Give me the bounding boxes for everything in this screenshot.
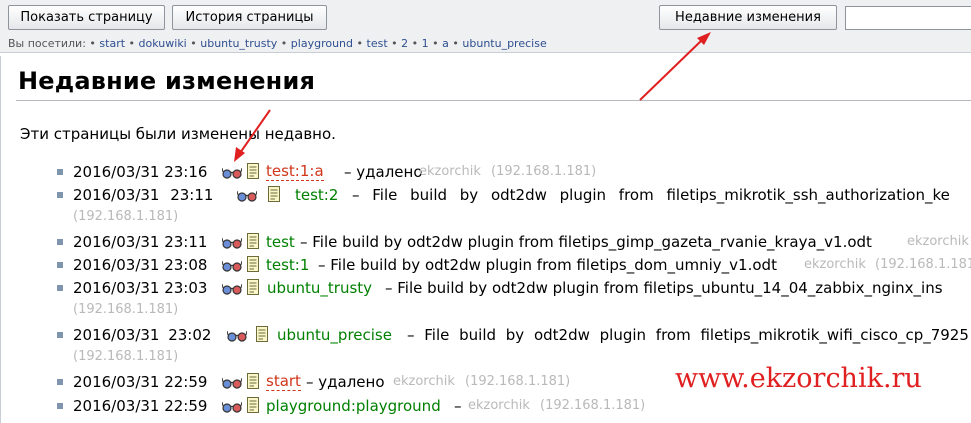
glasses-icon[interactable] [226, 328, 248, 342]
glasses-icon[interactable] [221, 399, 243, 413]
glasses-icon[interactable] [221, 235, 243, 249]
bullet [57, 285, 63, 291]
recent-changes-page: Показать страницу История страницы Недав… [0, 0, 971, 423]
change-date: 2016/03/31 23:11 [73, 233, 208, 251]
change-user[interactable]: ekzorchik [468, 396, 530, 416]
page-link[interactable]: playground:playground [266, 396, 441, 416]
page-icon[interactable] [247, 163, 259, 179]
breadcrumb-item[interactable]: 2 [401, 37, 408, 50]
change-user[interactable]: ekzorchik [907, 232, 969, 252]
change-summary: – [454, 397, 462, 415]
bullet [57, 332, 63, 338]
page-icon[interactable] [268, 186, 280, 202]
breadcrumb-item[interactable]: 1 [422, 37, 429, 50]
change-summary: – File build by odt2dw plugin from filet… [352, 186, 950, 204]
bullet [57, 239, 63, 245]
glasses-icon[interactable] [236, 188, 258, 202]
change-ip: (192.168.1.181) [73, 209, 179, 224]
change-ip: (192.168.1.181) [465, 374, 571, 389]
glasses-icon[interactable] [221, 165, 243, 179]
change-summary: – File build by odt2dw plugin from filet… [300, 233, 872, 251]
content-border [0, 56, 1, 423]
breadcrumb-item[interactable]: test [367, 37, 388, 50]
change-summary: – File build by odt2dw plugin from filet… [318, 256, 777, 274]
search-input[interactable] [845, 6, 971, 30]
bullet [57, 379, 63, 385]
change-date: 2016/03/31 23:16 [73, 163, 208, 181]
page-icon[interactable] [247, 397, 259, 413]
change-ip: (192.168.1.181) [491, 164, 597, 179]
page-icon[interactable] [247, 373, 259, 389]
bullet [57, 192, 63, 198]
change-ip: (192.168.1.181) [73, 302, 179, 317]
change-date: 2016/03/31 23:02 [73, 326, 212, 344]
breadcrumb-item[interactable]: dokuwiki [139, 37, 187, 50]
page-icon[interactable] [256, 326, 268, 342]
intro-text: Эти страницы были изменены недавно. [20, 125, 336, 143]
breadcrumb: Вы посетили: • start • dokuwiki • ubuntu… [0, 36, 971, 53]
change-date: 2016/03/31 23:03 [73, 279, 208, 297]
glasses-icon[interactable] [221, 375, 243, 389]
breadcrumb-prefix: Вы посетили: [8, 37, 86, 50]
bullet [57, 403, 63, 409]
page-link[interactable]: test:1:a [266, 162, 324, 181]
page-link[interactable]: ubuntu_precise [277, 325, 392, 345]
change-user[interactable]: ekzorchik [419, 162, 481, 182]
change-date: 2016/03/31 22:59 [73, 373, 208, 391]
recent-changes-button[interactable]: Недавние изменения [659, 5, 837, 30]
page-link[interactable]: ubuntu_trusty [267, 278, 372, 298]
change-user[interactable]: ekzorchik [804, 255, 866, 275]
page-link[interactable]: test:1 [266, 255, 309, 275]
change-summary: – File build by odt2dw plugin from filet… [385, 279, 943, 297]
change-ip: (192.168.1.181) [875, 257, 971, 272]
title-divider [16, 100, 971, 101]
page-icon[interactable] [247, 279, 259, 295]
page-link[interactable]: start [266, 372, 301, 391]
change-date: 2016/03/31 23:11 [73, 186, 214, 204]
change-ip: (192.168.1.181) [540, 398, 646, 413]
change-summary: – удалено [306, 373, 385, 391]
change-summary: – удалено [344, 163, 423, 181]
watermark: www.ekzorchik.ru [675, 363, 922, 394]
change-date: 2016/03/31 22:59 [73, 397, 208, 415]
change-date: 2016/03/31 23:08 [73, 256, 208, 274]
breadcrumb-item[interactable]: a [442, 37, 449, 50]
page-history-button[interactable]: История страницы [172, 5, 327, 30]
page-link[interactable]: test [266, 232, 295, 252]
bullet [57, 262, 63, 268]
change-user[interactable]: ekzorchik [393, 372, 455, 392]
breadcrumb-item[interactable]: ubuntu_trusty [200, 37, 277, 50]
glasses-icon[interactable] [221, 281, 243, 295]
breadcrumb-item[interactable]: playground [291, 37, 353, 50]
page-icon[interactable] [247, 256, 259, 272]
breadcrumb-item[interactable]: start [99, 37, 125, 50]
bullet [57, 169, 63, 175]
change-summary: – File build by odt2dw plugin from filet… [407, 326, 969, 344]
top-toolbar: Показать страницу История страницы Недав… [0, 0, 971, 37]
page-icon[interactable] [247, 233, 259, 249]
breadcrumb-item[interactable]: ubuntu_precise [462, 37, 546, 50]
show-page-button[interactable]: Показать страницу [8, 5, 165, 30]
glasses-icon[interactable] [221, 258, 243, 272]
change-ip: (192.168.1.181) [73, 349, 179, 364]
page-title: Недавние изменения [18, 67, 316, 95]
page-link[interactable]: test:2 [295, 185, 338, 205]
